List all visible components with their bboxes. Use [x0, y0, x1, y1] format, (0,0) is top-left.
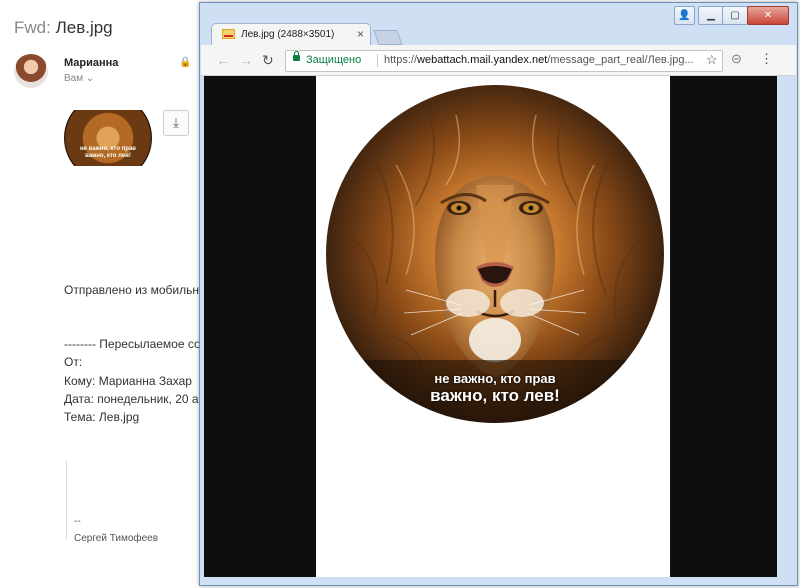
secure-label: Защищено	[306, 54, 362, 66]
subject-text: Лев.jpg	[55, 18, 113, 37]
address-separator	[377, 54, 378, 67]
bookmark-star-icon[interactable]: ☆	[706, 52, 718, 68]
avatar[interactable]	[14, 54, 48, 88]
thumbnail-caption: не важно, кто прав важно, кто лев!	[80, 146, 136, 159]
close-tab-icon[interactable]: ×	[357, 27, 364, 41]
forwarded-header: -------- Пересылаемое со	[64, 337, 201, 351]
url-host: webattach.mail.yandex.net	[417, 54, 548, 66]
signature-name: Сергей Тимофеев	[74, 533, 159, 544]
image-canvas: не важно, кто прав важно, кто лев!	[316, 76, 670, 577]
sender-name[interactable]: Марианна	[64, 57, 118, 69]
forward-icon[interactable]: →	[239, 52, 253, 68]
reload-icon[interactable]: ↻	[262, 52, 274, 69]
chevron-down-icon: ⌄	[85, 73, 95, 84]
signature-dash: --	[74, 516, 81, 527]
url-path: /message_part_real/Лев.jpg...	[547, 54, 694, 66]
address-bar[interactable]: Защищено https://webattach.mail.yandex.n…	[285, 50, 723, 72]
download-status-icon[interactable]: ⊝	[731, 51, 742, 67]
maximize-icon[interactable]: ▢	[722, 6, 748, 25]
lock-icon	[293, 51, 300, 61]
close-icon[interactable]: ✕	[747, 6, 789, 25]
menu-icon[interactable]: ⋮	[760, 51, 773, 67]
quote-divider	[66, 460, 67, 540]
url-scheme: https://	[384, 54, 418, 66]
url-text[interactable]: https://webattach.mail.yandex.net/messag…	[384, 54, 702, 66]
recipient-toggle[interactable]: Вам ⌄	[64, 73, 94, 84]
new-tab-button[interactable]	[373, 30, 403, 45]
browser-toolbar: ← → ↻ Защищено https://webattach.mail.ya…	[201, 45, 796, 76]
back-icon[interactable]: ←	[216, 52, 230, 68]
sent-from-line: Отправлено из мобильн	[64, 283, 200, 297]
topic-line: Тема: Лев.jpg	[64, 410, 140, 424]
image-viewport: не важно, кто прав важно, кто лев!	[204, 76, 777, 577]
download-button[interactable]: ⤓	[163, 110, 189, 136]
browser-window: 👤 ▁ ▢ ✕ Лев.jpg (2488×3501) × ← → ↻ Защи…	[199, 2, 798, 586]
from-label: От:	[64, 355, 83, 369]
minimize-icon[interactable]: ▁	[698, 6, 724, 25]
attachment-thumbnail[interactable]: не важно, кто прав важно, кто лев!	[64, 110, 152, 166]
from-line: От:	[64, 355, 82, 369]
user-icon[interactable]: 👤	[674, 6, 695, 25]
lion-image: не важно, кто прав важно, кто лев!	[326, 85, 664, 423]
yandex-mail-favicon	[222, 29, 235, 39]
download-icon: ⤓	[173, 115, 179, 130]
tab-title: Лев.jpg (2488×3501)	[241, 29, 335, 40]
date-line: Дата: понедельник, 20 а	[64, 392, 199, 406]
to-line: Кому: Марианна Захар	[64, 374, 192, 388]
mail-subject: Fwd: Лев.jpg	[14, 18, 113, 38]
tab-image[interactable]: Лев.jpg (2488×3501) ×	[211, 23, 371, 46]
lock-icon: 🔒	[179, 57, 192, 68]
subject-prefix: Fwd:	[14, 18, 51, 37]
image-caption-line1: не важно, кто прав	[434, 371, 556, 386]
recipient-label: Вам	[64, 73, 84, 84]
image-caption-line2: важно, кто лев!	[430, 386, 560, 405]
